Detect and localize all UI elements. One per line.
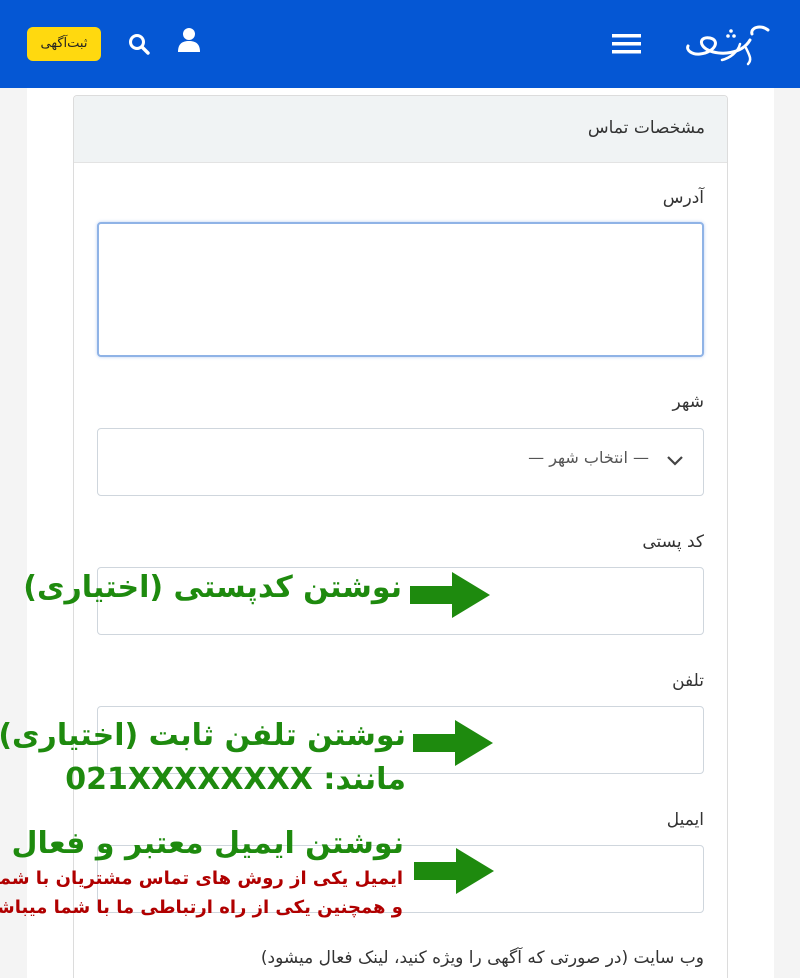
phone-annotation-line2: مانند: 021XXXXXXXX xyxy=(65,762,406,797)
email-annotation-note-line2: و همچنین یکی از راه ارتباطی ما با شما می… xyxy=(0,897,403,918)
post-ad-button[interactable]: ثبت‌آگهی xyxy=(27,27,101,61)
city-select-value: — انتخاب شهر — xyxy=(528,448,649,467)
hamburger-menu-icon[interactable] xyxy=(612,32,641,56)
city-label: شهر xyxy=(672,392,704,412)
phone-annotation-line1: نوشتن تلفن ثابت (اختیاری) xyxy=(0,718,406,753)
address-textarea[interactable] xyxy=(97,222,704,357)
arrow-right-icon xyxy=(414,848,494,894)
phone-label: تلفن xyxy=(672,671,704,691)
postal-annotation: نوشتن کدپستی (اختیاری) xyxy=(23,570,402,605)
email-label: ایمیل xyxy=(666,810,704,830)
top-header: ثبت‌آگهی xyxy=(0,0,800,88)
address-label: آدرس xyxy=(662,188,704,208)
city-select[interactable]: — انتخاب شهر — xyxy=(97,428,704,496)
arrow-right-icon xyxy=(410,572,490,618)
email-annotation-title: نوشتن ایمیل معتبر و فعال xyxy=(11,826,404,861)
section-title: مشخصات تماس xyxy=(587,118,705,138)
search-icon[interactable] xyxy=(128,33,150,55)
site-logo[interactable] xyxy=(680,20,775,68)
card-header: مشخصات تماس xyxy=(74,96,727,163)
website-label: وب سایت (در صورتی که آگهی را ویژه کنید، … xyxy=(260,948,704,968)
chevron-down-icon xyxy=(667,456,683,466)
email-annotation-note-line1: ایمیل یکی از روش های تماس مشتریان با شما xyxy=(0,868,403,889)
user-icon[interactable] xyxy=(177,27,201,53)
postal-code-label: کد پستی xyxy=(642,532,704,552)
arrow-right-icon xyxy=(413,720,493,766)
